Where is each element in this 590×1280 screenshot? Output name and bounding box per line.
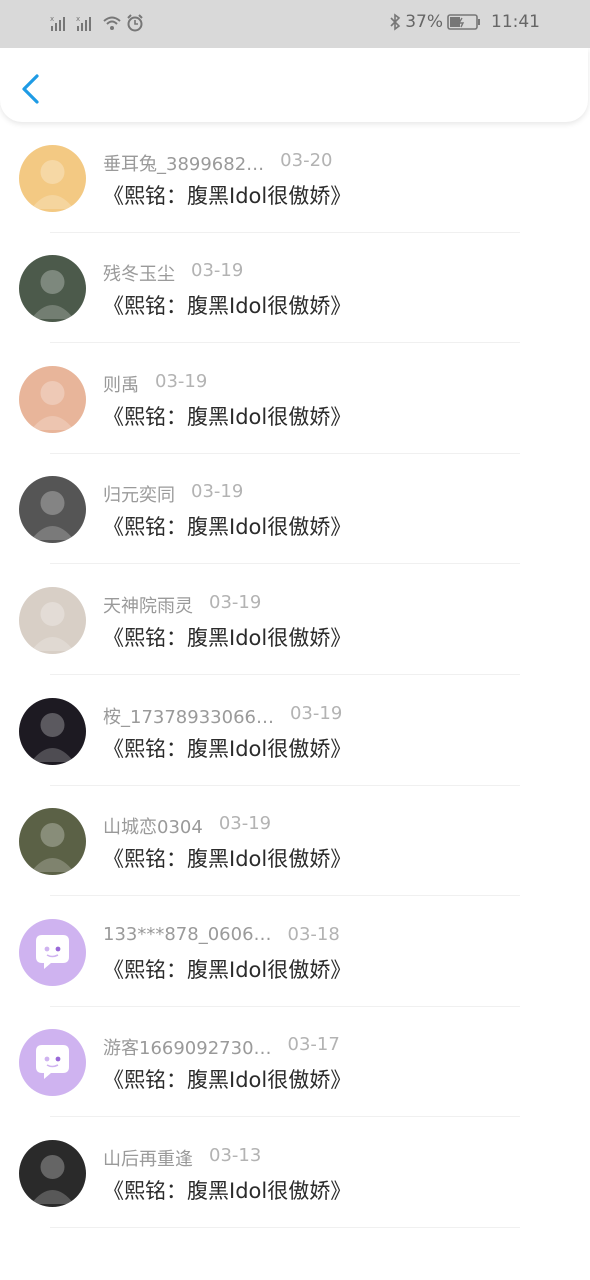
comment-meta: 桉_17378933066… 03-19: [103, 703, 342, 729]
comment-date: 03-20: [280, 149, 333, 171]
book-title[interactable]: 《熙铭：腹黑Idol很傲娇》: [103, 401, 351, 431]
user-photo-icon: [31, 159, 74, 209]
battery-icon: [447, 14, 480, 30]
comment-meta: 山城恋0304 03-19: [103, 813, 271, 839]
book-title[interactable]: 《熙铭：腹黑Idol很傲娇》: [103, 843, 351, 873]
user-photo-icon: [31, 712, 74, 762]
username[interactable]: 垂耳兔_3899682…: [103, 150, 264, 176]
bluetooth-icon: [390, 13, 401, 31]
clock-time: 11:41: [491, 12, 540, 32]
comment-meta: 天神院雨灵 03-19: [103, 592, 261, 618]
avatar[interactable]: [19, 697, 86, 765]
list-item[interactable]: 桉_17378933066… 03-19 《熙铭：腹黑Idol很傲娇》: [0, 676, 590, 786]
battery-percent: 37%: [405, 12, 443, 32]
book-title[interactable]: 《熙铭：腹黑Idol很傲娇》: [103, 954, 351, 984]
back-button[interactable]: [16, 72, 46, 106]
username[interactable]: 桉_17378933066…: [103, 703, 274, 729]
avatar[interactable]: [19, 144, 86, 212]
nav-bar: [0, 48, 588, 122]
signal-x-icon: x: [50, 15, 65, 31]
book-title[interactable]: 《熙铭：腹黑Idol很傲娇》: [103, 622, 351, 652]
list-item[interactable]: 则禹 03-19 《熙铭：腹黑Idol很傲娇》: [0, 344, 590, 454]
username[interactable]: 山后再重逢: [103, 1145, 193, 1171]
comment-date: 03-19: [155, 370, 208, 392]
list-item[interactable]: 山后再重逢 03-13 《熙铭：腹黑Idol很傲娇》: [0, 1118, 590, 1228]
comment-date: 03-19: [191, 260, 244, 282]
status-right: 37% 11:41: [389, 12, 540, 32]
status-left: x x: [50, 14, 144, 32]
comment-date: 03-19: [289, 702, 343, 724]
comment-meta: 归元奕同 03-19: [103, 481, 243, 507]
user-photo-icon: [31, 602, 74, 651]
user-photo-icon: [31, 823, 74, 873]
comment-meta: 残冬玉尘 03-19: [103, 260, 243, 286]
default-chat-avatar-icon: [36, 934, 69, 969]
comment-date: 03-13: [209, 1145, 262, 1166]
username[interactable]: 则禹: [103, 371, 139, 397]
book-title[interactable]: 《熙铭：腹黑Idol很傲娇》: [103, 733, 351, 763]
list-item[interactable]: 山城恋0304 03-19 《熙铭：腹黑Idol很傲娇》: [0, 786, 590, 897]
username[interactable]: 天神院雨灵: [103, 592, 193, 618]
alarm-icon: [127, 14, 143, 32]
username[interactable]: 游客1669092730…: [103, 1034, 272, 1060]
list-item[interactable]: 133***878_0606… 03-18 《熙铭：腹黑Idol很傲娇》: [0, 897, 590, 1007]
comment-date: 03-18: [287, 923, 340, 945]
comment-date: 03-19: [209, 592, 262, 613]
chevron-left-icon: [22, 74, 39, 104]
avatar[interactable]: [19, 808, 86, 876]
user-photo-icon: [31, 491, 74, 541]
username[interactable]: 残冬玉尘: [103, 260, 175, 286]
default-chat-avatar-icon: [36, 1045, 69, 1080]
username[interactable]: 归元奕同: [103, 481, 175, 507]
user-photo-icon: [31, 270, 74, 320]
svg-text:x: x: [76, 15, 80, 23]
divider: [50, 1227, 520, 1228]
user-photo-icon: [31, 380, 74, 430]
comment-meta: 133***878_0606… 03-18: [103, 924, 340, 945]
list-item[interactable]: 天神院雨灵 03-19 《熙铭：腹黑Idol很傲娇》: [0, 565, 590, 675]
comment-meta: 山后再重逢 03-13: [103, 1145, 261, 1171]
book-title[interactable]: 《熙铭：腹黑Idol很傲娇》: [103, 1175, 351, 1205]
username[interactable]: 133***878_0606…: [103, 924, 272, 945]
signal-x-icon: x: [76, 15, 91, 31]
avatar[interactable]: [19, 1140, 86, 1207]
comment-date: 03-19: [218, 813, 272, 835]
avatar[interactable]: [19, 255, 86, 323]
user-photo-icon: [31, 1155, 74, 1204]
avatar[interactable]: [19, 1029, 86, 1097]
comment-meta: 游客1669092730… 03-17: [103, 1034, 340, 1060]
svg-text:x: x: [50, 15, 54, 23]
list-item[interactable]: 残冬玉尘 03-19 《熙铭：腹黑Idol很傲娇》: [0, 233, 590, 344]
list-item[interactable]: 归元奕同 03-19 《熙铭：腹黑Idol很傲娇》: [0, 454, 590, 565]
book-title[interactable]: 《熙铭：腹黑Idol很傲娇》: [103, 290, 351, 320]
list-item[interactable]: 垂耳兔_3899682… 03-20 《熙铭：腹黑Idol很傲娇》: [0, 123, 590, 233]
avatar[interactable]: [19, 587, 86, 654]
status-bar: x x 37% 11:41: [0, 0, 590, 48]
username[interactable]: 山城恋0304: [103, 813, 203, 839]
comment-meta: 垂耳兔_3899682… 03-20: [103, 150, 332, 176]
list-item[interactable]: 游客1669092730… 03-17 《熙铭：腹黑Idol很傲娇》: [0, 1007, 590, 1118]
book-title[interactable]: 《熙铭：腹黑Idol很傲娇》: [103, 180, 351, 210]
avatar[interactable]: [19, 476, 86, 544]
avatar[interactable]: [19, 365, 86, 433]
avatar[interactable]: [19, 918, 86, 986]
comment-meta: 则禹 03-19: [103, 371, 207, 397]
comment-date: 03-19: [191, 481, 244, 503]
comment-date: 03-17: [287, 1034, 340, 1056]
wifi-icon: [103, 16, 121, 30]
book-title[interactable]: 《熙铭：腹黑Idol很傲娇》: [103, 1064, 351, 1094]
book-title[interactable]: 《熙铭：腹黑Idol很傲娇》: [103, 511, 351, 541]
